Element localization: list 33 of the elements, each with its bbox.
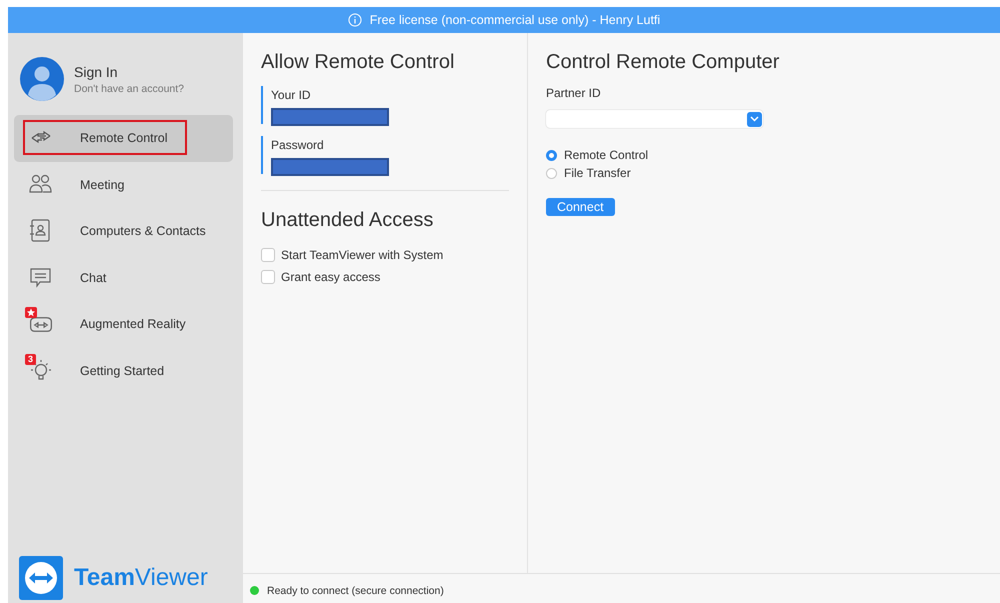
nav-item[interactable]: Remote Control [14, 115, 233, 162]
logo-wordmark: TeamViewer [74, 564, 208, 592]
status-text: Ready to connect (secure connection) [267, 584, 444, 596]
radio-label[interactable]: File Transfer [564, 166, 631, 180]
radio-button[interactable] [546, 168, 557, 178]
headset-icon [30, 317, 52, 332]
info-icon [348, 13, 362, 27]
chevron-down-icon[interactable] [747, 112, 762, 126]
radio-label[interactable]: Remote Control [564, 148, 648, 162]
section-heading: Allow Remote Control [261, 51, 456, 74]
logo-icon [19, 556, 63, 600]
checkbox-label[interactable]: Start TeamViewer with System [281, 248, 444, 262]
nav-item[interactable]: Chat [14, 254, 233, 301]
sign-in-link[interactable]: Sign In [74, 64, 184, 80]
field-label: Password [271, 138, 325, 152]
nav-item[interactable]: 3 Getting Started [14, 348, 233, 394]
count-badge: 3 [25, 354, 36, 365]
avatar-icon[interactable] [20, 57, 64, 101]
partner-id-combobox[interactable] [546, 110, 763, 128]
nav-item[interactable]: Augmented Reality [14, 301, 233, 348]
account-hint: Don't have an account? [74, 82, 184, 94]
checkbox-label[interactable]: Grant easy access [281, 270, 380, 284]
section-heading: Unattended Access [261, 209, 434, 232]
license-text: Free license (non-commercial use only) - Henry Lutfi [370, 13, 660, 27]
star-badge-icon [25, 307, 37, 318]
field-label: Partner ID [546, 86, 602, 100]
checkbox[interactable] [261, 270, 275, 284]
field-label: Your ID [271, 88, 312, 102]
checkbox[interactable] [261, 248, 275, 262]
nav-item[interactable]: Meeting [14, 162, 233, 208]
nav-item[interactable]: Computers & Contacts [14, 208, 233, 254]
section-heading: Control Remote Computer [546, 51, 780, 74]
radio-button[interactable] [546, 150, 557, 160]
